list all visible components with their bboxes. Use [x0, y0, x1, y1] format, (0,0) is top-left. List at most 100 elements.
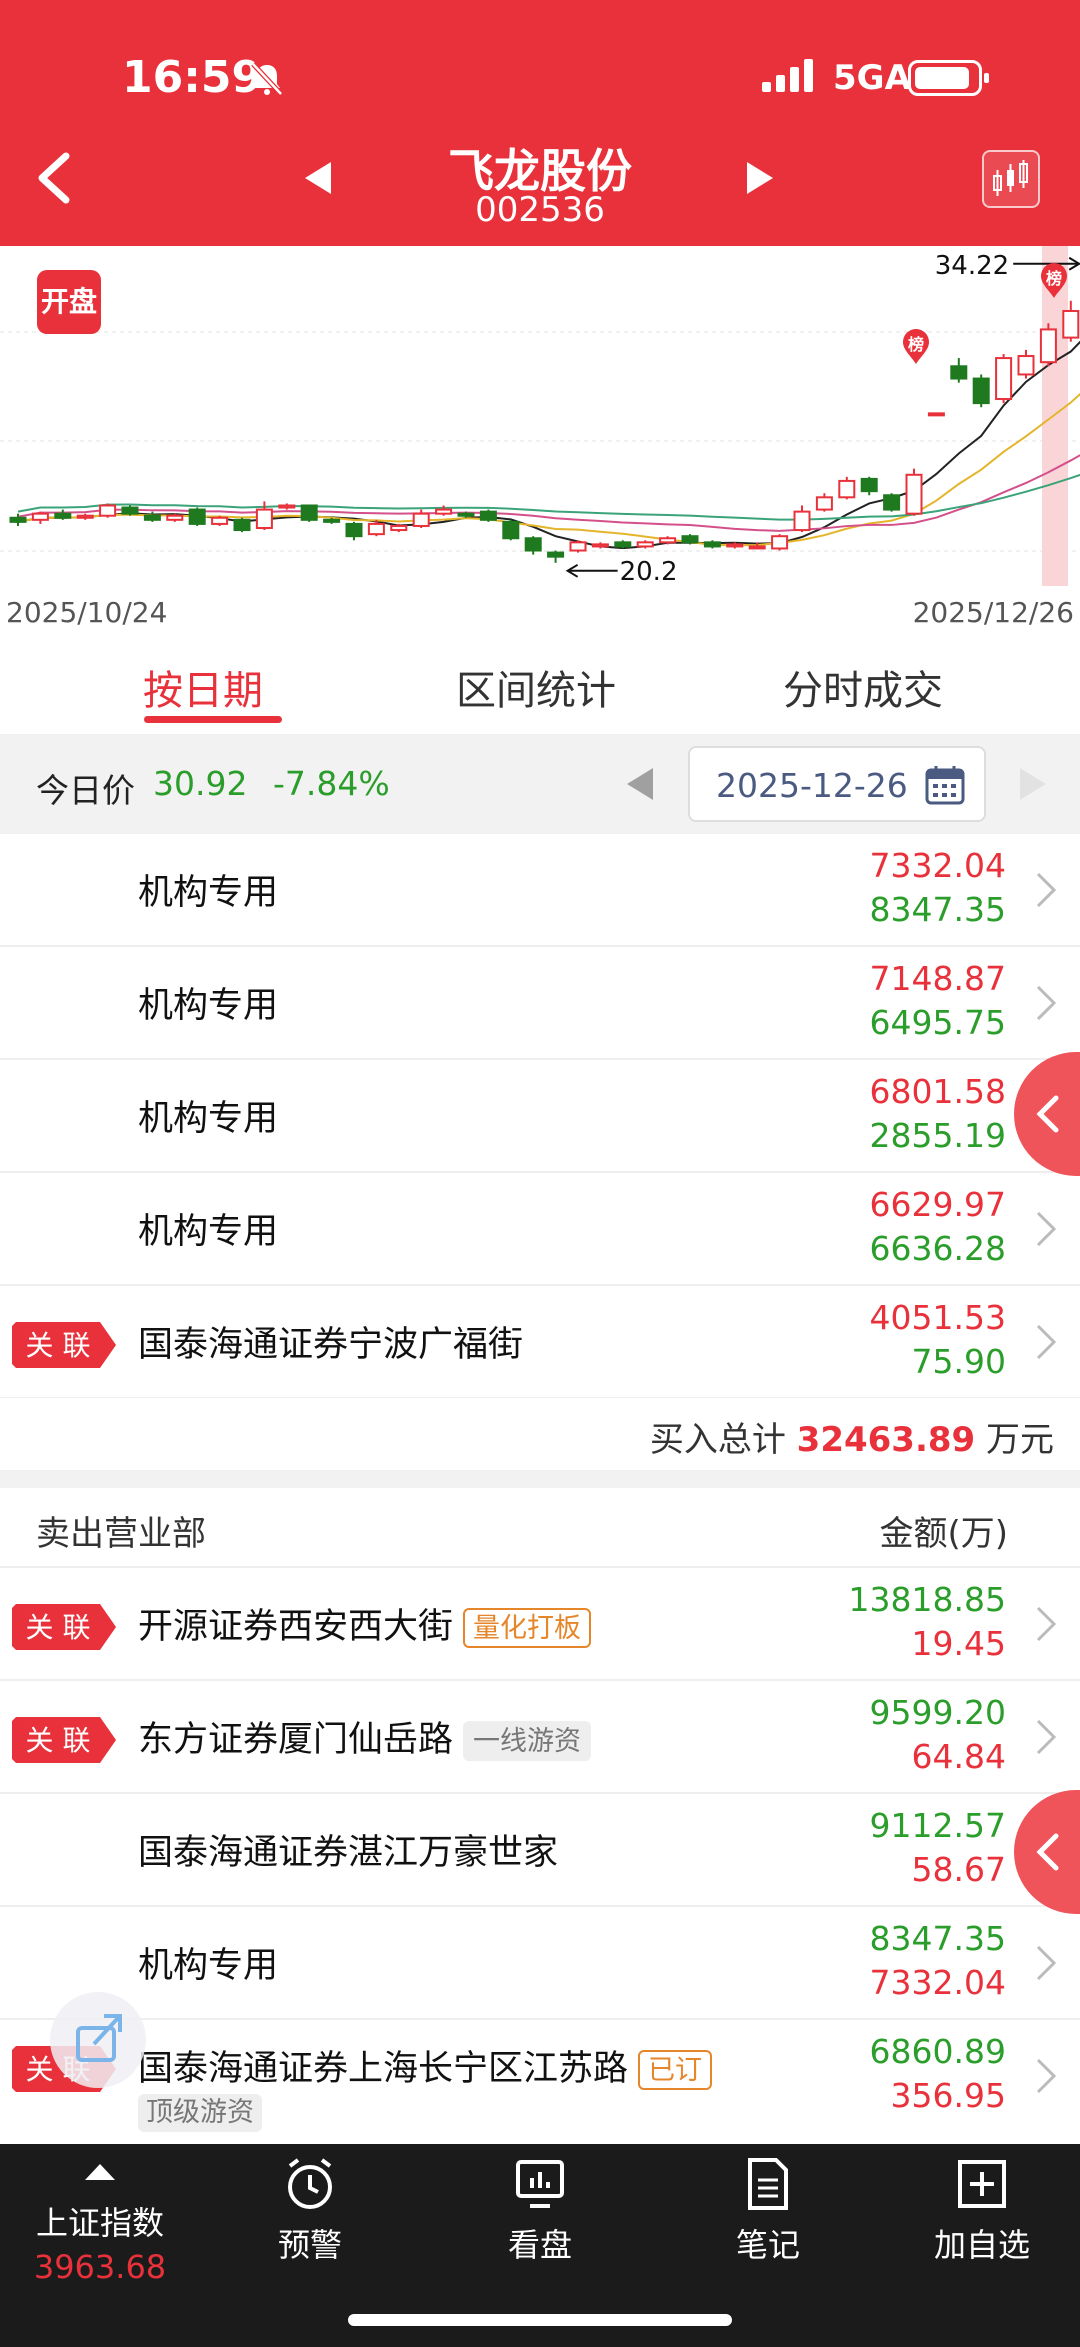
sell-row[interactable]: 关 联 开源证券西安西大街 量化打板 13818.85 19.45: [0, 1568, 1080, 1681]
floating-share-button[interactable]: [50, 1992, 146, 2088]
candle-body: [614, 541, 632, 548]
chevron-right-icon: [1036, 2058, 1057, 2094]
branch-name: 国泰海通证券宁波广福街: [138, 1325, 524, 1365]
next-stock-triangle-icon[interactable]: [745, 160, 775, 196]
candle-body: [591, 543, 609, 548]
sell-amount: 9112.57: [869, 1806, 1006, 1845]
branch-name-text: 国泰海通证券上海长宁区江苏路: [138, 2049, 629, 2089]
candle-body: [972, 377, 990, 405]
buy-amount: 7332.04: [869, 1963, 1006, 2002]
low-price-label: 20.2: [620, 557, 678, 587]
candle-body: [748, 545, 766, 550]
rank-badge-label: 榜: [1046, 269, 1062, 288]
index-ticker[interactable]: 上证指数 3963.68: [30, 2164, 170, 2286]
nav-market[interactable]: 看盘: [470, 2156, 610, 2266]
candle-body: [390, 524, 408, 532]
tab-time-sales[interactable]: 分时成交: [783, 658, 943, 716]
candle-body: [31, 512, 49, 521]
sell-amount: 6860.89: [869, 2032, 1006, 2071]
buy-row[interactable]: 机构专用 7332.04 8347.35: [0, 834, 1080, 947]
tab-by-date[interactable]: 按日期: [143, 658, 263, 716]
buy-row[interactable]: 机构专用 6801.58 2855.19: [0, 1060, 1080, 1173]
buy-amount: 7148.87: [869, 959, 1006, 998]
associated-badge[interactable]: 关 联: [12, 1322, 116, 1368]
sell-amount: 2855.19: [869, 1116, 1006, 1155]
buy-row[interactable]: 机构专用 6629.97 6636.28: [0, 1173, 1080, 1286]
candle-body: [1062, 309, 1080, 339]
sell-amount: 6636.28: [869, 1229, 1006, 1268]
candle-body: [9, 516, 27, 523]
branch-tag[interactable]: 一线游资: [463, 1721, 592, 1761]
candle-body: [927, 412, 945, 417]
candle-body: [76, 514, 94, 519]
candle-body: [681, 535, 699, 544]
nav-add-watchlist[interactable]: 加自选: [912, 2156, 1052, 2266]
branch-tag-secondary[interactable]: 顶级游资: [138, 2094, 262, 2132]
branch-name-text: 开源证券西安西大街: [138, 1607, 454, 1647]
candle-body: [367, 522, 385, 536]
buy-total-label: 买入总计: [649, 1420, 786, 1460]
branch-name: 机构专用: [138, 1099, 279, 1139]
chart-start-date: 2025/10/24: [6, 596, 168, 629]
next-date-triangle-icon[interactable]: [1018, 766, 1048, 802]
candle-body: [323, 518, 341, 523]
kline-chart[interactable]: 34.22 20.2 榜榜 开盘 2025/10/24 2025/12/26: [0, 246, 1080, 634]
branch-name: 机构专用: [138, 986, 279, 1026]
sell-row[interactable]: 机构专用 8347.35 7332.04: [0, 1907, 1080, 2020]
buy-amount: 356.95: [890, 2076, 1006, 2115]
sell-amount: 8347.35: [869, 890, 1006, 929]
today-price: 30.92: [153, 764, 248, 803]
nav-alert[interactable]: 预警: [240, 2156, 380, 2266]
sell-amount: 6495.75: [869, 1003, 1006, 1042]
candle-body: [255, 508, 273, 530]
active-tab-indicator: [144, 716, 282, 723]
buy-amount: 58.67: [911, 1850, 1006, 1889]
date-picker[interactable]: 2025-12-26: [688, 746, 986, 822]
sell-row[interactable]: 国泰海通证券湛江万豪世家 9112.57 58.67: [0, 1794, 1080, 1907]
candle-body: [121, 506, 139, 515]
tab-range-stats[interactable]: 区间统计: [456, 658, 616, 716]
chevron-right-icon: [1036, 1211, 1057, 1247]
candle-body: [166, 514, 184, 521]
candle-body: [547, 551, 565, 558]
alarm-clock-icon: [288, 2158, 332, 2209]
associated-badge[interactable]: 关 联: [12, 1717, 116, 1763]
buy-row[interactable]: 机构专用 7148.87 6495.75: [0, 947, 1080, 1060]
section-divider: [0, 1470, 1080, 1488]
associated-badge[interactable]: 关 联: [12, 1604, 116, 1650]
mute-bell-icon: [251, 62, 283, 96]
candle-body: [188, 508, 206, 525]
kline-switch-button[interactable]: [982, 150, 1040, 208]
candle-body: [99, 504, 117, 517]
candle-body: [569, 541, 587, 552]
tab-bar: 按日期 区间统计 分时成交: [0, 634, 1080, 734]
share-icon: [76, 2014, 122, 2062]
open-badge[interactable]: 开盘: [37, 270, 101, 334]
nav-notes[interactable]: 笔记: [698, 2156, 838, 2266]
bottom-nav: 上证指数 3963.68 预警 看盘 笔记 加自选: [0, 2144, 1080, 2347]
kline-chart-canvas: 34.2220.2榜榜: [0, 246, 1080, 587]
buy-total-amount: 32463.89: [796, 1420, 976, 1460]
app-header: 16:59 5GA 飞龙股份 002536: [0, 0, 1080, 246]
branch-tag[interactable]: 已订: [638, 2050, 713, 2090]
triangle-up-icon: [85, 2164, 115, 2180]
battery-icon: [908, 60, 989, 96]
candle-body: [54, 512, 72, 519]
date-filter-bar: 今日价 30.92 -7.84% 2025-12-26: [0, 734, 1080, 834]
chevron-right-icon: [1036, 1324, 1057, 1360]
selected-date: 2025-12-26: [716, 766, 908, 805]
chart-end-date: 2025/12/26: [912, 596, 1074, 629]
sell-row[interactable]: 关 联 国泰海通证券上海长宁区江苏路 已订 顶级游资 6860.89 356.95: [0, 2020, 1080, 2144]
sell-row[interactable]: 关 联 东方证券厦门仙岳路 一线游资 9599.20 64.84: [0, 1681, 1080, 1794]
candle-body: [905, 473, 923, 515]
today-change: -7.84%: [273, 764, 390, 803]
candle-body: [300, 504, 318, 521]
chevron-right-icon: [1036, 1606, 1057, 1642]
chart-highlight-band: [1042, 246, 1068, 586]
buy-row[interactable]: 关 联 国泰海通证券宁波广福街 4051.53 75.90: [0, 1286, 1080, 1399]
chevron-right-icon: [1036, 872, 1057, 908]
candle-body: [1017, 355, 1035, 376]
prev-date-triangle-icon[interactable]: [625, 766, 655, 802]
branch-tag[interactable]: 量化打板: [463, 1608, 592, 1648]
candle-body: [143, 514, 161, 521]
